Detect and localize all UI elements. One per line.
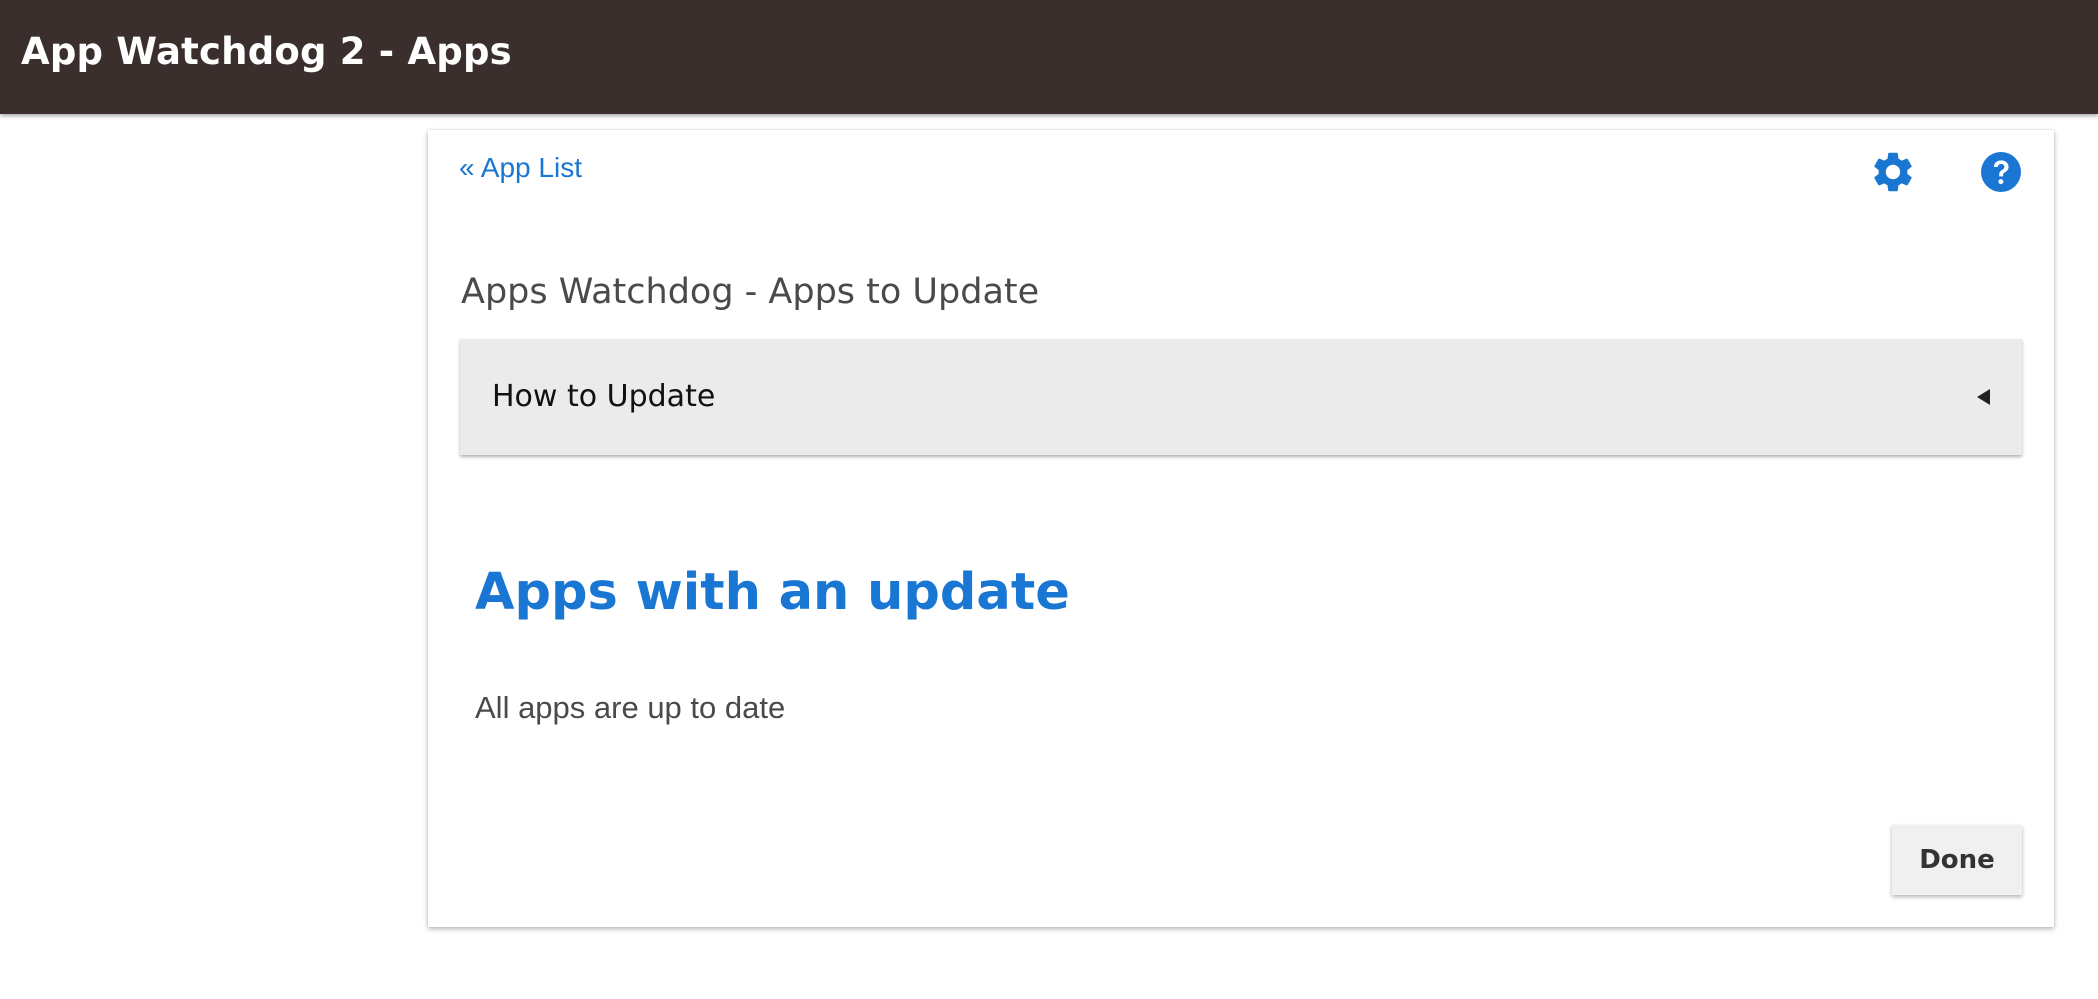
how-to-update-accordion[interactable]: How to Update bbox=[460, 339, 2022, 455]
gear-icon bbox=[1874, 152, 1912, 192]
app-title: App Watchdog 2 - Apps bbox=[21, 30, 512, 73]
caret-left-icon bbox=[1977, 389, 1990, 405]
page-heading: Apps Watchdog - Apps to Update bbox=[461, 272, 1040, 312]
section-title: Apps with an update bbox=[475, 563, 1070, 622]
help-icon bbox=[1981, 152, 2021, 192]
help-button[interactable] bbox=[1977, 148, 2025, 196]
accordion-label: How to Update bbox=[492, 379, 716, 414]
back-to-app-list-link[interactable]: « App List bbox=[459, 152, 582, 184]
status-message: All apps are up to date bbox=[475, 690, 786, 725]
main-card: « App List Apps Watchdog - Apps to Updat… bbox=[428, 130, 2054, 927]
settings-button[interactable] bbox=[1869, 148, 1917, 196]
app-header: App Watchdog 2 - Apps bbox=[0, 0, 2098, 114]
done-button[interactable]: Done bbox=[1892, 825, 2022, 895]
